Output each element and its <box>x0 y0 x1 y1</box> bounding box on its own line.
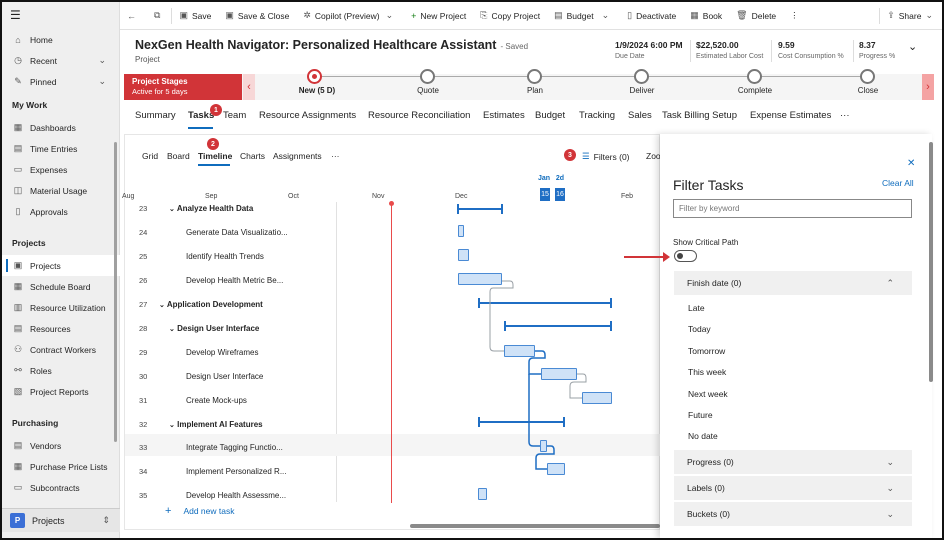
critical-path-label: Show Critical Path <box>673 238 739 247</box>
annotation-arrow <box>624 252 670 262</box>
add-task-button[interactable]: + Add new task <box>165 505 234 517</box>
clear-all-button[interactable]: Clear All <box>882 178 914 188</box>
labels-section[interactable]: Labels (0) ⌄ <box>674 476 912 500</box>
plus-icon: + <box>165 505 172 517</box>
close-icon[interactable]: ✕ <box>907 158 915 169</box>
critical-dependency-link <box>528 374 540 447</box>
dependency-link <box>489 280 514 352</box>
critical-path-toggle[interactable] <box>674 250 697 262</box>
progress-section[interactable]: Progress (0) ⌄ <box>674 450 912 474</box>
dependency-link <box>569 373 587 399</box>
finish-date-section[interactable]: Finish date (0) ⌃ <box>674 271 912 295</box>
chevron-up-icon: ⌃ <box>886 277 894 288</box>
app-frame: ☰ ⌂ Home ◷ Recent ⌄ ✎ Pinned ⌄ My Work ▦ Dashb… <box>0 0 944 540</box>
buckets-section[interactable]: Buckets (0) ⌄ <box>674 502 912 526</box>
filter-option-next-week[interactable]: Next week <box>688 389 728 399</box>
filter-option-this-week[interactable]: This week <box>688 367 726 377</box>
filter-panel-title: Filter Tasks <box>673 177 744 193</box>
filter-option-tomorrow[interactable]: Tomorrow <box>688 346 725 356</box>
timeline-scrollbar[interactable] <box>410 524 660 528</box>
filter-option-late[interactable]: Late <box>688 303 705 313</box>
filter-option-no-date[interactable]: No date <box>688 431 718 441</box>
filter-keyword-input[interactable] <box>673 199 912 218</box>
filter-option-today[interactable]: Today <box>688 324 711 334</box>
chevron-down-icon: ⌄ <box>886 482 894 493</box>
critical-dependency-link <box>528 350 546 375</box>
filter-option-future[interactable]: Future <box>688 410 713 420</box>
chevron-down-icon: ⌄ <box>886 508 894 519</box>
chevron-down-icon: ⌄ <box>886 456 894 467</box>
critical-dependency-link <box>535 445 555 470</box>
filter-panel-scrollbar[interactable] <box>929 142 933 382</box>
